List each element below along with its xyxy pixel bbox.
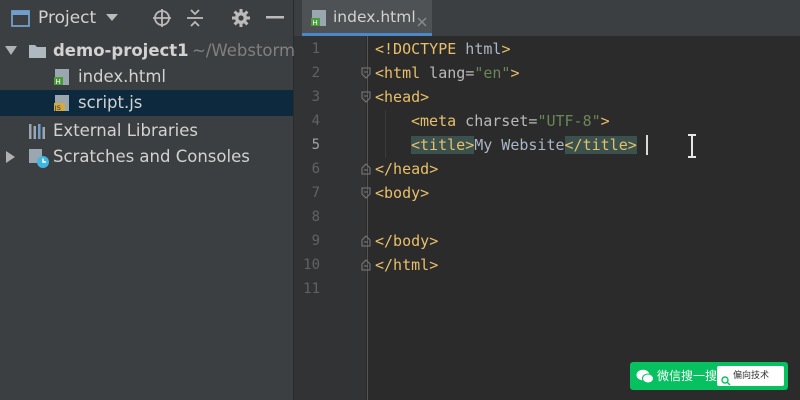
locate-file-crosshair-icon[interactable]	[152, 0, 172, 36]
fold-end-marker-icon[interactable]	[361, 163, 371, 175]
line-number: 4	[311, 113, 320, 129]
libraries-icon	[28, 122, 46, 140]
view-dropdown-chevron-icon[interactable]	[106, 0, 118, 36]
editor-area: H index.html	[294, 0, 800, 400]
code-token: <title	[411, 136, 466, 154]
code-line[interactable]: </body>	[375, 229, 438, 253]
line-number: 6	[311, 161, 320, 177]
hide-panel-minus-icon[interactable]	[266, 0, 284, 36]
code-token: <body	[375, 184, 421, 202]
wechat-search-keyword: 偏向技术	[733, 371, 770, 381]
code-token: </body	[375, 232, 430, 250]
line-number: 11	[303, 281, 320, 297]
fold-marker-icon[interactable]	[361, 91, 371, 103]
code-line[interactable]: <body>	[375, 181, 429, 205]
gear-icon[interactable]	[231, 0, 251, 36]
project-path-hint: ~/Webstorm	[192, 41, 296, 60]
expand-arrow-down-icon[interactable]	[5, 46, 17, 56]
collapse-all-icon[interactable]	[186, 0, 204, 36]
close-tab-icon[interactable]	[417, 12, 427, 31]
line-number: 10	[303, 257, 320, 273]
code-token: >	[501, 40, 511, 58]
html-file-icon: H	[310, 9, 328, 31]
wechat-logo-icon	[636, 369, 654, 388]
line-number: 1	[311, 41, 320, 57]
code-token: <!DOCTYPE	[375, 40, 457, 58]
line-number: 3	[311, 89, 320, 105]
code-token: "en"	[474, 64, 511, 82]
code-line[interactable]: <head>	[375, 85, 429, 109]
svg-text:JS: JS	[54, 104, 61, 112]
folder-icon	[28, 42, 46, 60]
line-number: 2	[311, 65, 320, 81]
code-token: </title	[564, 136, 628, 154]
line-number: 7	[311, 185, 320, 201]
fold-end-marker-icon[interactable]	[361, 235, 371, 247]
editor-tab-bar: H index.html	[294, 0, 800, 36]
code-line[interactable]: <title>My Website</title>	[411, 133, 637, 157]
line-number-current: 5	[311, 137, 320, 153]
svg-text:H: H	[56, 78, 61, 86]
code-token: >	[420, 184, 430, 202]
wechat-search-box: 偏向技术	[717, 366, 784, 386]
line-number: 9	[311, 233, 320, 249]
code-token: >	[429, 160, 439, 178]
mouse-ibeam-cursor-icon	[688, 134, 696, 158]
code-token: <html	[375, 64, 421, 82]
project-view-icon	[11, 0, 30, 36]
indent-guide	[385, 110, 386, 158]
code-token: >	[429, 232, 439, 250]
code-line[interactable]: </html>	[375, 253, 438, 277]
code-token: My Website	[474, 136, 565, 154]
code-token: </head	[375, 160, 430, 178]
code-line[interactable]: <meta charset="UTF-8">	[411, 109, 610, 133]
code-token: >	[627, 136, 637, 154]
js-file-icon: JS	[53, 94, 71, 112]
tree-item-label: script.js	[78, 93, 143, 112]
svg-text:H: H	[313, 19, 318, 27]
code-token: >	[600, 112, 610, 130]
search-icon	[721, 371, 731, 390]
line-number: 8	[311, 209, 320, 225]
fold-marker-icon[interactable]	[361, 67, 371, 79]
code-token: >	[420, 88, 430, 106]
code-token: </html	[375, 256, 430, 274]
tree-item-script-js[interactable]: JS script.js	[0, 90, 293, 116]
tab-index-html[interactable]: H index.html	[302, 0, 432, 36]
tree-item-scratches-consoles[interactable]: Scratches and Consoles	[0, 144, 293, 170]
project-name: demo-project1	[53, 41, 189, 60]
project-tool-window: Project demo-project1 ~/Webstorm H index…	[0, 0, 296, 400]
project-panel-header: Project	[0, 0, 293, 36]
code-line[interactable]: <html lang="en">	[375, 61, 520, 85]
code-token: <head	[375, 88, 421, 106]
tree-item-index-html[interactable]: H index.html	[0, 64, 293, 90]
code-token: html	[456, 40, 502, 58]
tree-item-label: External Libraries	[53, 121, 198, 140]
line-numbers: 1 2 3 4 5 6 7 8 9 10 11	[294, 36, 366, 400]
text-caret	[646, 135, 648, 155]
html-file-icon: H	[53, 68, 71, 86]
tree-item-label: index.html	[78, 67, 166, 86]
code-token: =	[465, 64, 475, 82]
tree-item-label: Scratches and Consoles	[53, 147, 250, 166]
fold-end-marker-icon[interactable]	[361, 259, 371, 271]
code-line[interactable]: </head>	[375, 157, 438, 181]
code-token: >	[429, 256, 439, 274]
code-token: >	[465, 136, 475, 154]
tree-item-external-libraries[interactable]: External Libraries	[0, 118, 293, 144]
wechat-search-label: 微信搜一搜	[657, 369, 718, 383]
fold-marker-icon[interactable]	[361, 187, 371, 199]
code-token: lang	[420, 64, 466, 82]
expand-arrow-right-icon[interactable]	[6, 151, 16, 163]
code-token: "UTF-8"	[537, 112, 601, 130]
code-token: <meta	[411, 112, 457, 130]
wechat-search-badge: 微信搜一搜 偏向技术	[630, 362, 788, 390]
code-token: >	[510, 64, 520, 82]
tree-item-demo-project1[interactable]: demo-project1 ~/Webstorm	[0, 38, 296, 64]
code-token: charset	[456, 112, 529, 130]
tab-label: index.html	[333, 8, 416, 26]
code-line[interactable]: <!DOCTYPE html>	[375, 37, 510, 61]
scratches-icon	[28, 148, 49, 168]
project-view-title[interactable]: Project	[38, 0, 96, 36]
